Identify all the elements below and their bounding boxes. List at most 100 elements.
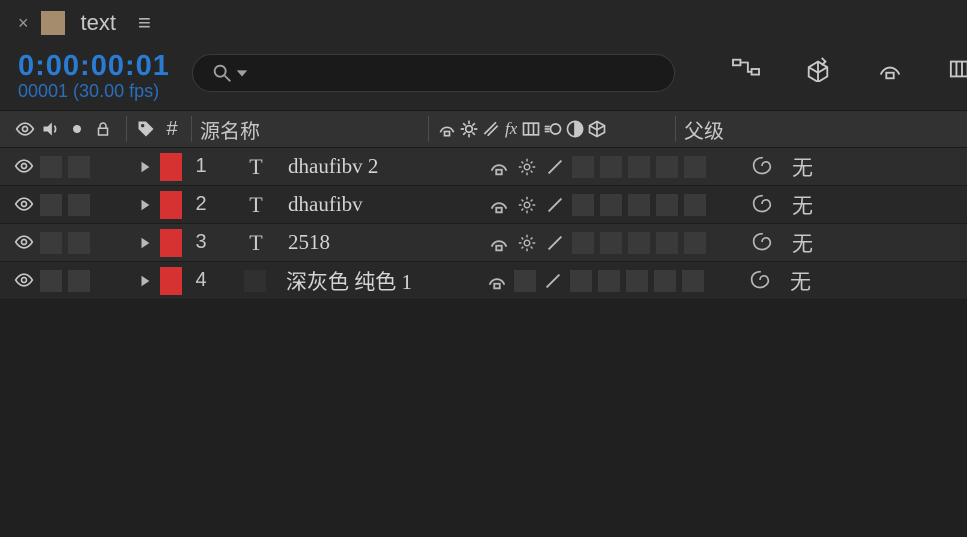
frameblend-toggle[interactable]	[600, 232, 622, 254]
speaker-header-icon[interactable]	[40, 118, 62, 140]
shy-toggle[interactable]	[488, 156, 510, 178]
audio-toggle[interactable]	[40, 156, 62, 178]
layer-index: 4	[192, 269, 210, 292]
visibility-toggle[interactable]	[14, 156, 36, 178]
tab-close[interactable]: ×	[18, 14, 29, 32]
shy-icon[interactable]	[875, 56, 905, 82]
solo-toggle[interactable]	[68, 270, 90, 292]
visibility-toggle[interactable]	[14, 232, 36, 254]
twirl-icon[interactable]	[136, 272, 154, 290]
parent-value[interactable]: 无	[790, 266, 811, 296]
comp-flowchart-icon[interactable]	[731, 56, 761, 82]
shy-toggle[interactable]	[486, 270, 508, 292]
quality-col-icon[interactable]	[481, 119, 501, 139]
parent-value[interactable]: 无	[792, 190, 813, 220]
lock-header-icon[interactable]	[92, 118, 114, 140]
parent-value[interactable]: 无	[792, 228, 813, 258]
shy-toggle[interactable]	[488, 232, 510, 254]
panel-menu-icon[interactable]: ≡	[138, 10, 151, 36]
twirl-icon[interactable]	[136, 158, 154, 176]
pickwhip-icon[interactable]	[752, 156, 774, 178]
draft3d-icon[interactable]	[803, 56, 833, 82]
parent-header[interactable]: 父级	[684, 115, 774, 144]
frameblend-col-icon[interactable]	[521, 119, 541, 139]
visibility-toggle[interactable]	[14, 270, 36, 292]
label-header-icon[interactable]	[135, 118, 157, 140]
3d-col-icon[interactable]	[587, 119, 607, 139]
solo-toggle[interactable]	[68, 194, 90, 216]
source-name-header[interactable]: 源名称	[200, 115, 420, 144]
twirl-icon[interactable]	[136, 196, 154, 214]
layer-name[interactable]: dhaufibv	[288, 192, 488, 217]
collapse-toggle[interactable]	[516, 156, 538, 178]
quality-toggle[interactable]	[542, 270, 564, 292]
audio-toggle[interactable]	[40, 194, 62, 216]
3d-toggle[interactable]	[684, 232, 706, 254]
solo-header-icon[interactable]	[66, 118, 88, 140]
layer-color-swatch[interactable]	[160, 267, 182, 295]
layer-color-swatch[interactable]	[160, 229, 182, 257]
frame-blend-icon[interactable]	[947, 56, 967, 82]
3d-toggle[interactable]	[684, 156, 706, 178]
audio-toggle[interactable]	[40, 232, 62, 254]
layer-index: 2	[192, 193, 210, 216]
layer-name[interactable]: 深灰色 纯色 1	[286, 266, 486, 296]
quality-toggle[interactable]	[544, 194, 566, 216]
empty-area[interactable]	[0, 300, 967, 537]
pickwhip-icon[interactable]	[750, 270, 772, 292]
search-input[interactable]	[249, 63, 656, 83]
layer-switches	[488, 194, 746, 216]
layer-row[interactable]: 1Tdhaufibv 2无	[0, 148, 967, 186]
adjust-toggle[interactable]	[656, 194, 678, 216]
motionblur-toggle[interactable]	[628, 194, 650, 216]
3d-toggle[interactable]	[682, 270, 704, 292]
layer-name[interactable]: dhaufibv 2	[288, 154, 488, 179]
audio-toggle[interactable]	[40, 270, 62, 292]
motionblur-toggle[interactable]	[626, 270, 648, 292]
tab-title[interactable]: text	[81, 10, 116, 36]
motionblur-toggle[interactable]	[628, 156, 650, 178]
fx-toggle[interactable]	[572, 156, 594, 178]
adjust-toggle[interactable]	[654, 270, 676, 292]
collapse-col-icon[interactable]	[459, 119, 479, 139]
layer-name[interactable]: 2518	[288, 230, 488, 255]
motionblur-col-icon[interactable]	[543, 119, 563, 139]
solo-toggle[interactable]	[68, 232, 90, 254]
shy-toggle[interactable]	[488, 194, 510, 216]
collapse-toggle[interactable]	[516, 232, 538, 254]
fx-toggle[interactable]	[572, 232, 594, 254]
twirl-icon[interactable]	[136, 234, 154, 252]
shy-col-icon[interactable]	[437, 119, 457, 139]
adjust-toggle[interactable]	[656, 156, 678, 178]
collapse-toggle[interactable]	[516, 194, 538, 216]
pickwhip-icon[interactable]	[752, 194, 774, 216]
3d-toggle[interactable]	[684, 194, 706, 216]
layer-color-swatch[interactable]	[160, 191, 182, 219]
layer-row[interactable]: 3T2518无	[0, 224, 967, 262]
frameblend-toggle[interactable]	[600, 156, 622, 178]
fx-toggle[interactable]	[572, 194, 594, 216]
layer-color-swatch[interactable]	[160, 153, 182, 181]
quality-toggle[interactable]	[544, 232, 566, 254]
timecode[interactable]: 0:00:00:01 00001 (30.00 fps)	[18, 50, 170, 102]
separator	[428, 116, 429, 142]
layer-row[interactable]: 2Tdhaufibv无	[0, 186, 967, 224]
solo-toggle[interactable]	[68, 156, 90, 178]
pickwhip-icon[interactable]	[752, 232, 774, 254]
parent-value[interactable]: 无	[792, 152, 813, 182]
frameblend-toggle[interactable]	[598, 270, 620, 292]
layer-index: 1	[192, 155, 210, 178]
fx-col-icon[interactable]: fx	[505, 119, 517, 139]
index-header[interactable]: #	[161, 118, 183, 141]
fx-toggle[interactable]	[570, 270, 592, 292]
collapse-toggle[interactable]	[514, 270, 536, 292]
motionblur-toggle[interactable]	[628, 232, 650, 254]
eye-header-icon[interactable]	[14, 118, 36, 140]
frameblend-toggle[interactable]	[600, 194, 622, 216]
layer-row[interactable]: 4 深灰色 纯色 1 无	[0, 262, 967, 300]
adjust-col-icon[interactable]	[565, 119, 585, 139]
quality-toggle[interactable]	[544, 156, 566, 178]
adjust-toggle[interactable]	[656, 232, 678, 254]
search-box[interactable]	[192, 54, 675, 92]
visibility-toggle[interactable]	[14, 194, 36, 216]
